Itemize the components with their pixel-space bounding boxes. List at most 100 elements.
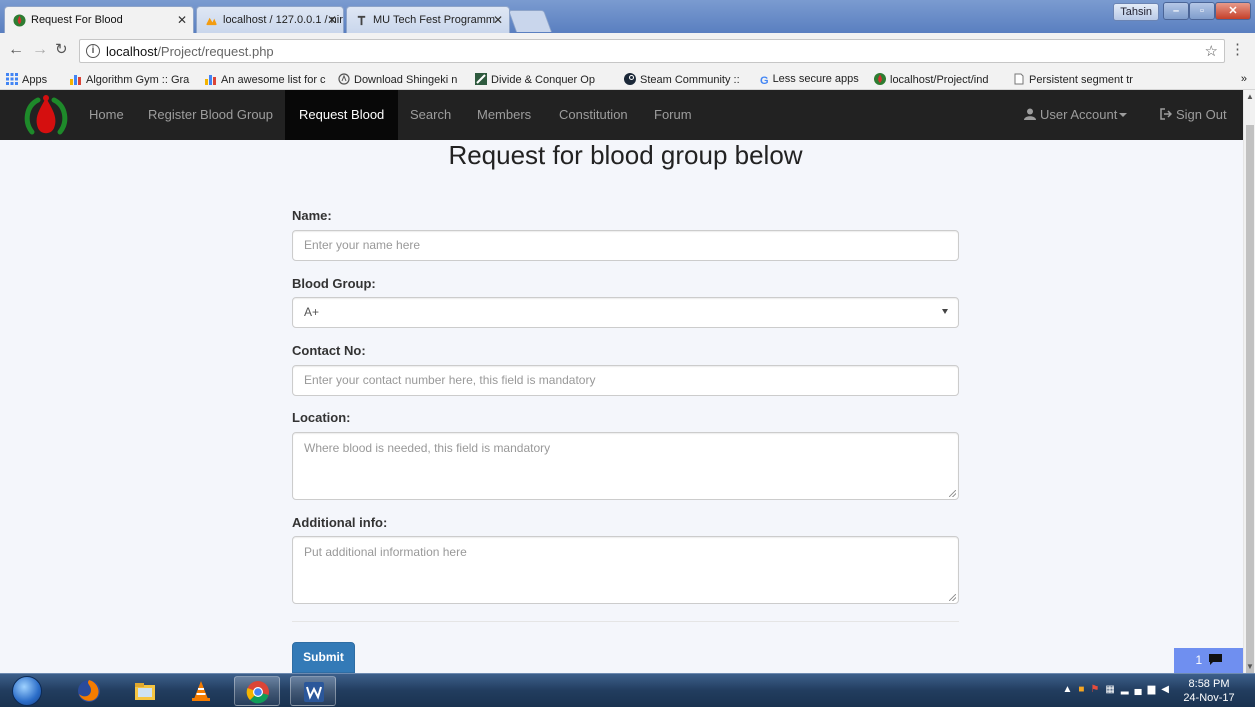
scroll-up-icon[interactable]: ▲ xyxy=(1246,92,1254,101)
nav-constitution[interactable]: Constitution xyxy=(545,90,642,140)
resize-handle-icon[interactable] xyxy=(949,490,956,497)
tab-request-for-blood[interactable]: Request For Blood ✕ xyxy=(4,6,194,33)
url-text: localhost/Project/request.php xyxy=(106,44,274,59)
blood-group-label: Blood Group: xyxy=(292,276,376,291)
blood-group-selected-value: A+ xyxy=(304,305,320,319)
site-navbar: Home Register Blood Group Request Blood … xyxy=(0,90,1243,140)
network-icon[interactable]: ▦ xyxy=(1105,684,1120,695)
bookmark-awesome-list[interactable]: An awesome list for c xyxy=(205,73,326,86)
user-account-dropdown[interactable]: User Account xyxy=(1010,90,1141,140)
location-textarea[interactable]: Where blood is needed, this field is man… xyxy=(292,432,959,500)
tab-close-icon[interactable]: ✕ xyxy=(177,7,187,33)
action-center-flag-icon[interactable]: ⚑ xyxy=(1090,684,1105,695)
blood-group-select[interactable]: A+ xyxy=(292,297,959,328)
bookmark-label: Download Shingeki n xyxy=(354,74,458,86)
scroll-down-icon[interactable]: ▼ xyxy=(1246,662,1254,671)
url-path: /Project/request.php xyxy=(157,44,274,59)
bookmark-less-secure-apps[interactable]: G Less secure apps xyxy=(760,73,859,87)
bookmark-label: Persistent segment tr xyxy=(1029,74,1133,86)
bookmark-label: Algorithm Gym :: Gra xyxy=(86,74,190,86)
taskbar-file-explorer[interactable] xyxy=(122,676,168,706)
user-account-label: User Account xyxy=(1040,107,1118,122)
phpmyadmin-icon xyxy=(205,17,218,26)
bookmark-label: An awesome list for c xyxy=(221,74,326,86)
window-maximize-button[interactable]: ▫ xyxy=(1189,2,1215,20)
window-minimize-button[interactable]: – xyxy=(1163,2,1189,20)
bookmark-localhost-project[interactable]: localhost/Project/ind xyxy=(874,73,988,86)
scroll-thumb[interactable] xyxy=(1246,125,1254,685)
folder-icon xyxy=(135,683,155,700)
new-tab-button[interactable] xyxy=(507,10,553,32)
additional-info-textarea[interactable]: Put additional information here xyxy=(292,536,959,604)
taskbar-clock-time[interactable]: 8:58 PM xyxy=(1181,678,1237,690)
volume-icon[interactable]: ◀ xyxy=(1161,684,1175,695)
bookmark-algorithm-gym[interactable]: Algorithm Gym :: Gra xyxy=(70,73,189,86)
tab-close-icon[interactable]: ✕ xyxy=(327,7,337,33)
location-label: Location: xyxy=(292,410,351,425)
tech-fest-icon xyxy=(357,15,366,26)
forward-arrow-icon[interactable]: → xyxy=(32,42,48,58)
nav-request-blood[interactable]: Request Blood xyxy=(285,90,399,140)
bookmark-steam-community[interactable]: Steam Community :: xyxy=(624,73,740,86)
blood-drop-icon xyxy=(13,14,26,27)
windows-taskbar: ▲■⚑▦▂▄▆◀ 8:58 PM 24-Nov-17 xyxy=(0,673,1255,707)
user-icon xyxy=(1024,108,1036,120)
tray-app-icon[interactable]: ■ xyxy=(1078,684,1090,695)
back-arrow-icon[interactable]: ← xyxy=(8,42,24,58)
bookmark-divide-conquer[interactable]: Divide & Conquer Op xyxy=(475,73,595,86)
chevron-down-icon xyxy=(942,309,948,314)
tray-expand-icon[interactable]: ▲ xyxy=(1062,684,1078,695)
download-site-icon xyxy=(338,73,350,85)
google-icon: G xyxy=(760,75,769,87)
bookmark-star-icon[interactable]: ☆ xyxy=(1205,42,1218,60)
tab-phpmyadmin[interactable]: localhost / 127.0.0.1 / nir ✕ xyxy=(196,6,344,33)
bar-chart-icon xyxy=(205,75,216,85)
apps-grid-icon xyxy=(6,73,18,85)
system-tray[interactable]: ▲■⚑▦▂▄▆◀ xyxy=(1062,684,1175,695)
nav-forum[interactable]: Forum xyxy=(640,90,706,140)
bookmark-download-shingeki[interactable]: Download Shingeki n xyxy=(338,73,457,86)
name-input[interactable]: Enter your name here xyxy=(292,230,959,261)
browser-menu-icon[interactable]: ⋮ xyxy=(1230,42,1245,57)
page-scrollbar[interactable]: ▲ ▼ xyxy=(1243,90,1255,685)
page-icon xyxy=(1014,73,1024,85)
nav-members[interactable]: Members xyxy=(463,90,545,140)
chevron-down-icon xyxy=(1119,113,1128,117)
taskbar-chrome[interactable] xyxy=(234,676,280,706)
chrome-icon xyxy=(246,681,269,704)
nav-search[interactable]: Search xyxy=(396,90,465,140)
url-input[interactable]: i localhost/Project/request.php ☆ xyxy=(79,39,1225,63)
bookmark-apps[interactable]: Apps xyxy=(6,73,47,86)
resize-handle-icon[interactable] xyxy=(949,594,956,601)
blood-drop-logo-icon[interactable] xyxy=(22,92,70,140)
sign-out-link[interactable]: Sign Out xyxy=(1146,90,1241,140)
bookmark-persistent-segment[interactable]: Persistent segment tr xyxy=(1013,73,1133,86)
address-bar: ← → ↻ i localhost/Project/request.php ☆ … xyxy=(0,33,1255,70)
signal-icon[interactable]: ▂▄▆ xyxy=(1121,684,1161,695)
taskbar-clock-date[interactable]: 24-Nov-17 xyxy=(1181,692,1237,704)
submit-button[interactable]: Submit xyxy=(292,642,355,673)
taskbar-vlc[interactable] xyxy=(178,676,224,706)
contact-input[interactable]: Enter your contact number here, this fie… xyxy=(292,365,959,396)
windows-start-button[interactable] xyxy=(12,676,42,706)
taskbar-word[interactable] xyxy=(290,676,336,706)
steam-icon xyxy=(624,73,636,85)
bookmark-label: Less secure apps xyxy=(772,73,859,85)
form-divider xyxy=(292,621,959,622)
chat-count: 1 xyxy=(1195,653,1203,667)
additional-info-label: Additional info: xyxy=(292,515,388,530)
nav-register-blood-group[interactable]: Register Blood Group xyxy=(134,90,287,140)
tab-close-icon[interactable]: ✕ xyxy=(493,7,503,33)
nav-home[interactable]: Home xyxy=(75,90,138,140)
window-close-button[interactable]: ✕ xyxy=(1215,2,1251,20)
reload-icon[interactable]: ↻ xyxy=(55,42,68,58)
vlc-cone-icon xyxy=(192,681,210,701)
taskbar-firefox[interactable] xyxy=(66,676,112,706)
bookmarks-overflow-button[interactable]: » xyxy=(1241,73,1247,85)
chat-widget-button[interactable]: 1 xyxy=(1174,648,1243,673)
profile-button[interactable]: Tahsin xyxy=(1113,3,1159,21)
tab-title: Request For Blood xyxy=(31,14,123,26)
bookmarks-bar: Apps Algorithm Gym :: Gra An awesome lis… xyxy=(0,70,1255,90)
info-icon[interactable]: i xyxy=(86,44,100,58)
tab-mu-tech-fest[interactable]: MU Tech Fest Programm ✕ xyxy=(346,6,510,33)
